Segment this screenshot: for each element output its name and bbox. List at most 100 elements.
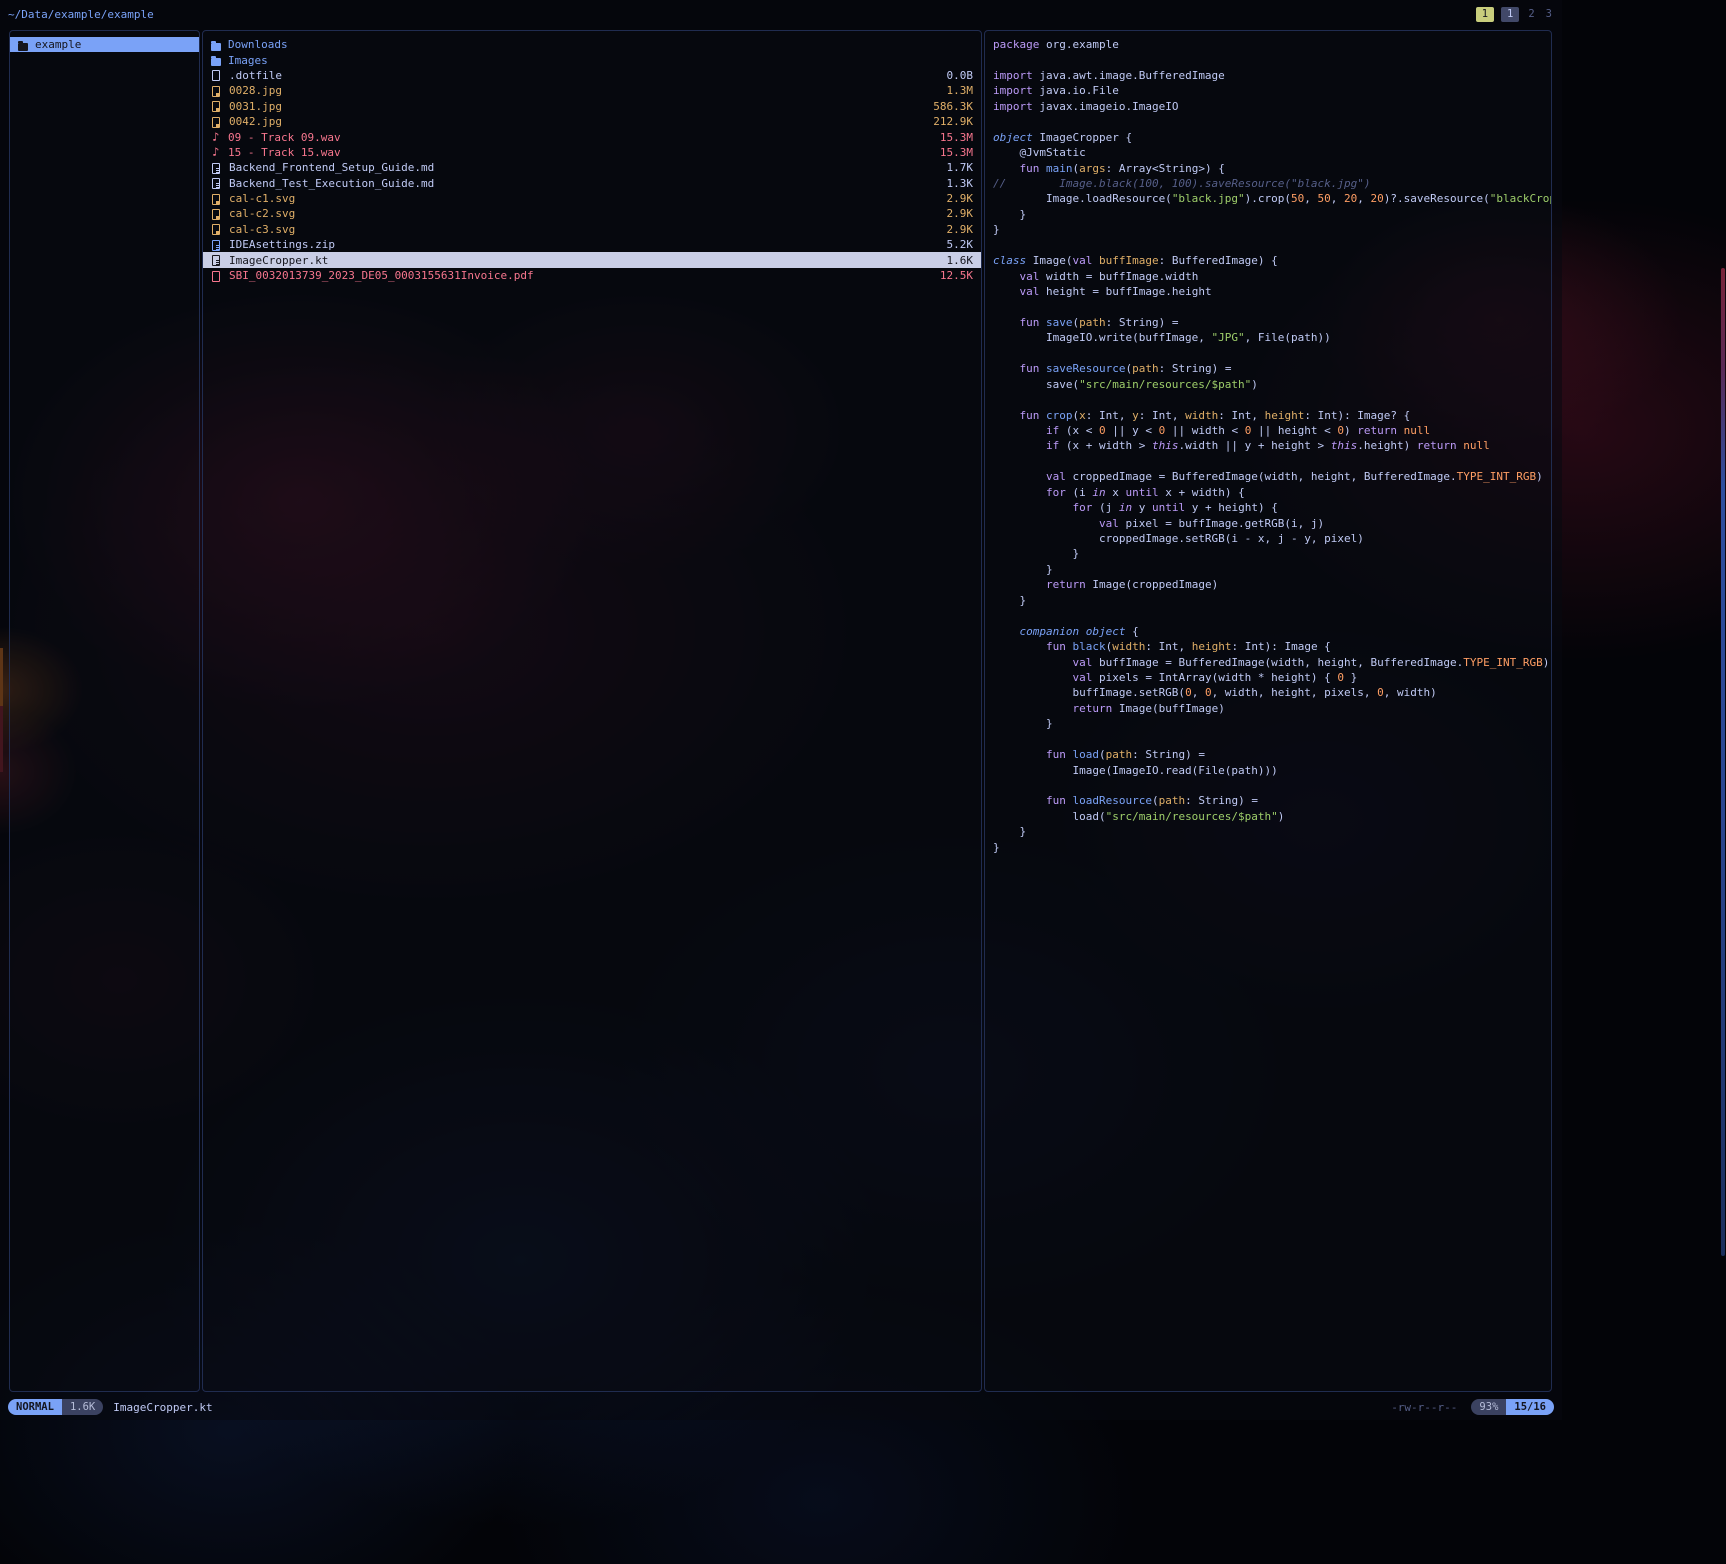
archive-icon (212, 240, 220, 251)
file-name: cal-c2.svg (229, 207, 939, 220)
code-line: } (993, 222, 1551, 237)
file-row[interactable]: Downloads (203, 37, 981, 52)
file-name: example (35, 38, 191, 51)
code-preview: package org.example import java.awt.imag… (985, 31, 1551, 861)
code-line: return Image(buffImage) (993, 701, 1551, 716)
parent-dir-row[interactable]: example (10, 37, 199, 52)
file-name: 15 - Track 15.wav (228, 146, 932, 159)
code-line: package org.example (993, 37, 1551, 52)
code-line: @JvmStatic (993, 145, 1551, 160)
file-row[interactable]: SBI_0032013739_2023_DE05_0003155631Invoi… (203, 268, 981, 283)
file-size: 15.3M (940, 146, 973, 159)
code-line: } (993, 593, 1551, 608)
tab-3[interactable]: 3 (1544, 7, 1554, 22)
file-name: 0042.jpg (229, 115, 925, 128)
code-line: object ImageCropper { (993, 130, 1551, 145)
code-line: fun save(path: String) = (993, 315, 1551, 330)
file-row[interactable]: cal-c2.svg 2.9K (203, 206, 981, 221)
file-name: SBI_0032013739_2023_DE05_0003155631Invoi… (229, 269, 932, 282)
file-name: .dotfile (229, 69, 939, 82)
markdown-icon (212, 178, 220, 189)
file-size: 5.2K (947, 238, 974, 251)
kotlin-icon (212, 255, 220, 266)
code-line: companion object { (993, 624, 1551, 639)
code-line: import java.io.File (993, 83, 1551, 98)
image-icon (212, 224, 220, 235)
file-name: ImageCropper.kt (229, 254, 939, 267)
image-icon (212, 117, 220, 128)
code-line: buffImage.setRGB(0, 0, width, height, pi… (993, 685, 1551, 700)
file-size: 1.3M (947, 84, 974, 97)
file-name: IDEAsettings.zip (229, 238, 939, 251)
code-line: } (993, 207, 1551, 222)
code-line: load("src/main/resources/$path") (993, 809, 1551, 824)
code-line: val buffImage = BufferedImage(width, hei… (993, 655, 1551, 670)
audio-icon (211, 146, 221, 158)
file-icon (212, 70, 220, 81)
cwd-path: ~/Data/example/example (8, 8, 154, 21)
file-size: 212.9K (933, 115, 973, 128)
cursor-position-badge: 15/16 (1506, 1399, 1554, 1415)
code-line (993, 299, 1551, 314)
file-size: 0.0B (947, 69, 974, 82)
file-row[interactable]: ImageCropper.kt 1.6K (203, 252, 981, 267)
code-line: croppedImage.setRGB(i - x, j - y, pixel) (993, 531, 1551, 546)
tab-1[interactable]: 1 (1501, 7, 1519, 22)
code-line: } (993, 546, 1551, 561)
file-row[interactable]: .dotfile 0.0B (203, 68, 981, 83)
file-size: 2.9K (947, 223, 974, 236)
pdf-icon (212, 271, 220, 282)
file-row[interactable]: Backend_Frontend_Setup_Guide.md 1.7K (203, 160, 981, 175)
code-line: fun load(path: String) = (993, 747, 1551, 762)
parent-directory-list: example (10, 31, 199, 58)
image-icon (212, 86, 220, 97)
file-name: cal-c3.svg (229, 223, 939, 236)
file-row[interactable]: 0028.jpg1.3M (203, 83, 981, 98)
code-line: } (993, 562, 1551, 577)
file-name: Backend_Frontend_Setup_Guide.md (229, 161, 939, 174)
code-line: val width = buffImage.width (993, 269, 1551, 284)
file-name: 0031.jpg (229, 100, 925, 113)
file-row[interactable]: cal-c3.svg 2.9K (203, 222, 981, 237)
file-size: 1.6K (947, 254, 974, 267)
file-size: 2.9K (947, 207, 974, 220)
code-line: save("src/main/resources/$path") (993, 377, 1551, 392)
download-folder-icon (211, 43, 221, 51)
code-line: for (j in y until y + height) { (993, 500, 1551, 515)
code-line: for (i in x until x + width) { (993, 485, 1551, 500)
file-row[interactable]: 09 - Track 09.wav15.3M (203, 129, 981, 144)
code-line (993, 608, 1551, 623)
image-icon (212, 209, 220, 220)
file-size: 586.3K (933, 100, 973, 113)
code-line: if (x < 0 || y < 0 || width < 0 || heigh… (993, 423, 1551, 438)
folder-icon (211, 58, 221, 66)
code-line: import java.awt.image.BufferedImage (993, 68, 1551, 83)
code-line: val height = buffImage.height (993, 284, 1551, 299)
file-permissions: -rw-r--r-- (1391, 1401, 1457, 1414)
code-line: val croppedImage = BufferedImage(width, … (993, 469, 1551, 484)
file-size: 1.7K (947, 161, 974, 174)
terminal-topbar: ~/Data/example/example 1123 (0, 0, 1562, 28)
code-line: val pixels = IntArray(width * height) { … (993, 670, 1551, 685)
code-line: fun main(args: Array<String>) { (993, 161, 1551, 176)
file-row[interactable]: 0031.jpg 586.3K (203, 99, 981, 114)
tab-list: 1123 (1476, 7, 1554, 22)
code-line: ImageIO.write(buffImage, "JPG", File(pat… (993, 330, 1551, 345)
file-row[interactable]: 15 - Track 15.wav 15.3M (203, 145, 981, 160)
code-line: } (993, 716, 1551, 731)
file-row[interactable]: 0042.jpg 212.9K (203, 114, 981, 129)
file-row[interactable]: Backend_Test_Execution_Guide.md1.3K (203, 176, 981, 191)
code-line (993, 346, 1551, 361)
tab-1[interactable]: 1 (1476, 7, 1494, 22)
status-filename: ImageCropper.kt (113, 1401, 212, 1414)
code-line (993, 778, 1551, 793)
code-line: fun black(width: Int, height: Int): Imag… (993, 639, 1551, 654)
file-row[interactable]: cal-c1.svg2.9K (203, 191, 981, 206)
tab-2[interactable]: 2 (1526, 7, 1536, 22)
folder-icon (18, 43, 28, 51)
code-line: class Image(val buffImage: BufferedImage… (993, 253, 1551, 268)
panes-container: example DownloadsImages .dotfile 0.0B0028.… (9, 30, 1552, 1392)
file-row[interactable]: IDEAsettings.zip 5.2K (203, 237, 981, 252)
file-row[interactable]: Images (203, 52, 981, 67)
audio-icon (211, 131, 221, 143)
